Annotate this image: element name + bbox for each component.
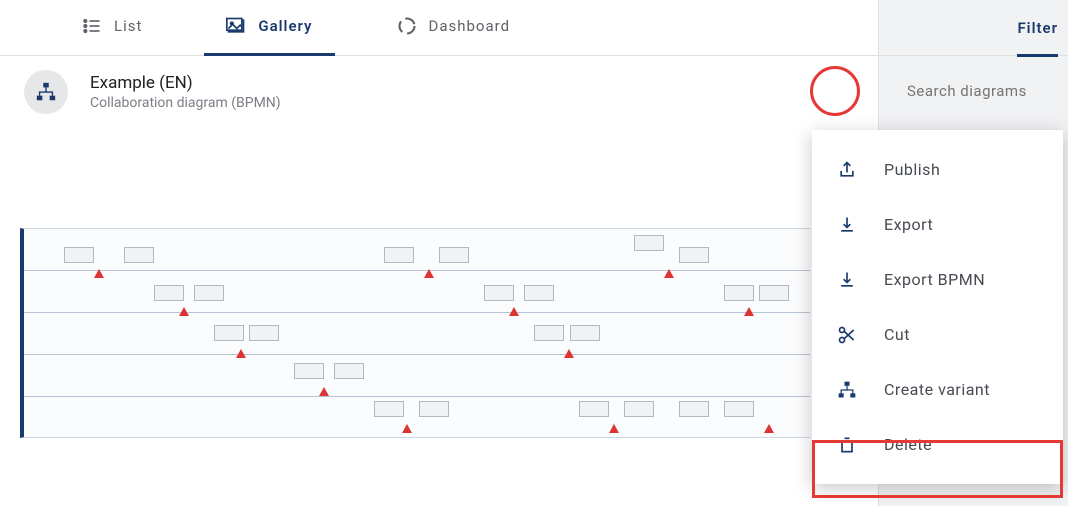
tab-dashboard-label: Dashboard <box>429 17 511 35</box>
menu-publish-label: Publish <box>884 160 940 179</box>
menu-export-bpmn[interactable]: Export BPMN <box>812 252 1063 307</box>
menu-create-variant[interactable]: Create variant <box>812 362 1063 417</box>
menu-cut[interactable]: Cut <box>812 307 1063 362</box>
cut-icon <box>836 325 858 345</box>
tab-list-label: List <box>114 17 142 35</box>
dashboard-icon <box>397 16 417 36</box>
diagram-thumbnail[interactable] <box>20 228 810 438</box>
search-input[interactable] <box>907 82 1068 100</box>
menu-delete[interactable]: Delete <box>812 417 1063 472</box>
filter-tab-label: Filter <box>1017 0 1058 57</box>
menu-export-label: Export <box>884 215 933 234</box>
menu-export[interactable]: Export <box>812 197 1063 252</box>
menu-cut-label: Cut <box>884 325 910 344</box>
diagram-subtitle: Collaboration diagram (BPMN) <box>90 95 281 111</box>
filter-tab[interactable]: Filter <box>879 0 1068 56</box>
tab-list[interactable]: List <box>60 0 164 56</box>
tab-dashboard[interactable]: Dashboard <box>375 0 533 56</box>
list-icon <box>82 16 102 36</box>
delete-icon <box>836 435 858 455</box>
menu-delete-label: Delete <box>884 435 932 454</box>
menu-create-variant-label: Create variant <box>884 380 990 399</box>
diagram-avatar <box>24 70 68 114</box>
menu-publish[interactable]: Publish <box>812 142 1063 197</box>
export-icon <box>836 215 858 235</box>
menu-export-bpmn-label: Export BPMN <box>884 270 985 289</box>
context-menu: Publish Export Export BPMN Cut Create va… <box>812 130 1063 484</box>
export-bpmn-icon <box>836 270 858 290</box>
diagram-title: Example (EN) <box>90 73 281 93</box>
gallery-icon <box>226 16 246 36</box>
publish-icon <box>836 160 858 180</box>
create-variant-icon <box>836 380 858 400</box>
diagram-title-block: Example (EN) Collaboration diagram (BPMN… <box>90 73 281 111</box>
tab-gallery[interactable]: Gallery <box>204 0 334 56</box>
tab-gallery-label: Gallery <box>258 17 312 35</box>
